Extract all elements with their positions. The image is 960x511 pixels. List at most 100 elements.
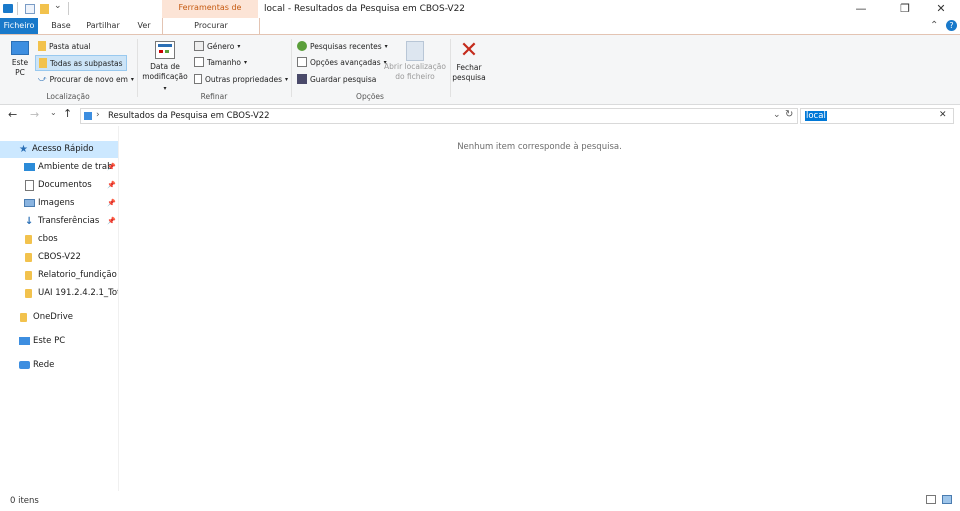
dropdown-arrow-icon: ▾ xyxy=(243,58,247,66)
tab-view[interactable]: Ver xyxy=(128,18,160,34)
search-results-icon xyxy=(84,112,92,120)
close-button[interactable]: ✕ xyxy=(926,0,956,18)
separator xyxy=(450,39,451,97)
computer-icon xyxy=(19,337,30,345)
separator xyxy=(17,2,18,15)
nav-item-folder[interactable]: cbos xyxy=(0,231,118,248)
minimize-button[interactable]: — xyxy=(846,0,876,18)
clear-search-icon[interactable]: ✕ xyxy=(939,110,947,120)
qat-dropdown-icon[interactable]: ⌄ xyxy=(54,1,62,11)
pin-icon[interactable]: 📌 xyxy=(107,159,116,176)
dropdown-arrow-icon: ▾ xyxy=(130,75,134,83)
nav-item-folder[interactable]: Relatorio_fundição xyxy=(0,267,118,284)
separator xyxy=(137,39,138,97)
recent-searches-label: Pesquisas recentes xyxy=(310,41,382,51)
ribbon: Este PC Pasta atual Todas as subpastas ⤻… xyxy=(0,34,960,105)
refresh-icon[interactable]: ↻ xyxy=(785,109,793,120)
other-properties-label: Outras propriedades xyxy=(205,74,283,84)
pane-divider[interactable] xyxy=(118,126,119,491)
empty-results-message: Nenhum item corresponde à pesquisa. xyxy=(457,142,622,152)
nav-item-downloads[interactable]: ↓ Transferências 📌 xyxy=(0,213,118,230)
maximize-button[interactable]: ❐ xyxy=(890,0,920,18)
nav-item-folder[interactable]: UAI 191.2.4.2.1_Tota xyxy=(0,285,118,302)
close-search-icon: ✕ xyxy=(459,38,479,63)
other-properties-button[interactable]: Outras propriedades ▾ xyxy=(194,74,288,84)
help-icon[interactable]: ? xyxy=(946,20,957,31)
size-button[interactable]: Tamanho ▾ xyxy=(194,57,247,67)
open-location-label-1: Abrir localização xyxy=(384,62,446,71)
network-icon xyxy=(19,361,30,369)
folder-icon xyxy=(25,289,32,298)
this-pc-button[interactable]: Este PC xyxy=(6,41,34,78)
nav-label: CBOS-V22 xyxy=(38,252,81,262)
desktop-icon xyxy=(24,163,35,171)
tab-search[interactable]: Procurar xyxy=(162,18,260,34)
up-button[interactable]: ↑ xyxy=(63,107,72,120)
ribbon-tabs: Ficheiro Base Partilhar Ver Procurar ⌃ ? xyxy=(0,18,960,34)
folder-icon xyxy=(25,253,32,262)
folder-icon xyxy=(25,271,32,280)
pictures-icon xyxy=(24,199,35,207)
tab-home[interactable]: Base xyxy=(44,18,78,34)
address-bar[interactable]: › Resultados da Pesquisa em CBOS-V22 ⌄ ↻ xyxy=(80,108,798,124)
search-again-button[interactable]: ⤻ Procurar de novo em ▾ xyxy=(38,74,134,84)
recent-searches-button[interactable]: Pesquisas recentes ▾ xyxy=(297,41,388,51)
open-file-location-button[interactable]: Abrir localização do ficheiro xyxy=(382,41,448,82)
nav-this-pc[interactable]: Este PC xyxy=(0,333,118,350)
save-search-button[interactable]: Guardar pesquisa xyxy=(297,74,376,84)
dropdown-arrow-icon: ▾ xyxy=(285,75,289,83)
close-search-label-2: pesquisa xyxy=(452,73,486,82)
nav-item-folder[interactable]: CBOS-V22 xyxy=(0,249,118,266)
pin-icon[interactable]: 📌 xyxy=(107,213,116,230)
tab-file[interactable]: Ficheiro xyxy=(0,18,38,34)
dropdown-arrow-icon: ▾ xyxy=(237,42,241,50)
recent-locations-button[interactable]: ⌄ xyxy=(50,108,57,117)
size-label: Tamanho xyxy=(207,57,241,67)
search-box[interactable]: local ✕ xyxy=(800,108,954,124)
large-icons-view-icon[interactable] xyxy=(942,495,952,504)
nav-label: Documentos xyxy=(38,180,92,190)
separator xyxy=(291,39,292,97)
tab-share[interactable]: Partilhar xyxy=(82,18,124,34)
new-folder-icon[interactable] xyxy=(40,4,49,14)
nav-item-pictures[interactable]: Imagens 📌 xyxy=(0,195,118,212)
size-icon xyxy=(194,57,204,67)
documents-icon xyxy=(25,180,34,191)
forward-button[interactable]: → xyxy=(30,108,39,121)
advanced-options-button[interactable]: Opções avançadas ▾ xyxy=(297,57,387,67)
downloads-icon: ↓ xyxy=(25,216,34,227)
all-subfolders-button[interactable]: Todas as subpastas xyxy=(35,55,127,71)
pin-icon[interactable]: 📌 xyxy=(107,177,116,194)
current-folder-button[interactable]: Pasta atual xyxy=(38,41,91,51)
open-location-label-2: do ficheiro xyxy=(395,72,435,81)
nav-network[interactable]: Rede xyxy=(0,357,118,374)
nav-label: Transferências xyxy=(38,216,100,226)
properties-icon[interactable] xyxy=(25,4,35,14)
nav-label: Este PC xyxy=(33,336,66,346)
search-again-label: Procurar de novo em xyxy=(49,74,128,84)
folder-icon xyxy=(25,235,32,244)
nav-quick-access[interactable]: ★ Acesso Rápido xyxy=(0,141,118,158)
collapse-ribbon-icon[interactable]: ⌃ xyxy=(930,20,938,31)
save-icon xyxy=(297,74,307,84)
search-input[interactable]: local xyxy=(805,111,827,121)
kind-button[interactable]: Género ▾ xyxy=(194,41,240,51)
status-item-count: 0 itens xyxy=(10,496,39,506)
options-group-label: Opções xyxy=(356,92,384,101)
this-pc-label: Este PC xyxy=(11,58,29,77)
nav-label: Ambiente de trab xyxy=(38,162,113,172)
nav-item-documents[interactable]: Documentos 📌 xyxy=(0,177,118,194)
address-dropdown-icon[interactable]: ⌄ xyxy=(773,110,781,120)
pin-icon[interactable]: 📌 xyxy=(107,195,116,212)
nav-onedrive[interactable]: OneDrive xyxy=(0,309,118,326)
nav-item-desktop[interactable]: Ambiente de trab 📌 xyxy=(0,159,118,176)
breadcrumb-path[interactable]: Resultados da Pesquisa em CBOS-V22 xyxy=(108,111,270,121)
close-search-button[interactable]: ✕ Fechar pesquisa xyxy=(452,39,486,83)
navigation-pane: ★ Acesso Rápido Ambiente de trab 📌 Docum… xyxy=(0,138,118,490)
nav-label: Relatorio_fundição xyxy=(38,270,117,280)
onedrive-icon xyxy=(20,313,27,322)
properties-doc-icon xyxy=(194,74,202,84)
date-modified-button[interactable]: Data de modificação ▾ xyxy=(142,41,188,94)
details-view-icon[interactable] xyxy=(926,495,936,504)
back-button[interactable]: ← xyxy=(8,108,17,121)
